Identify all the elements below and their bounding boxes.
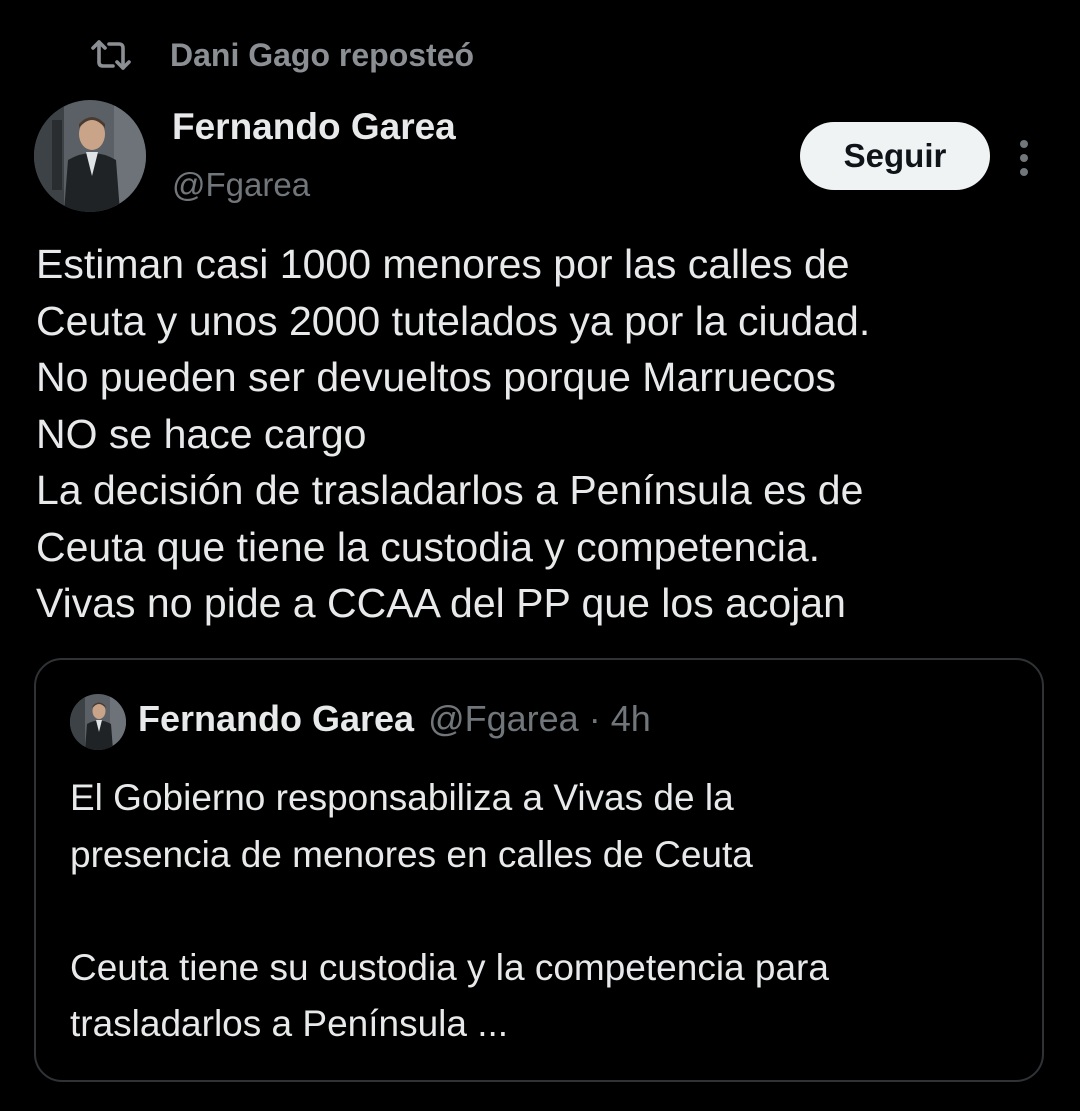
tweet-line: Vivas no pide a CCAA del PP que los acoj… bbox=[36, 580, 846, 626]
repost-icon bbox=[88, 32, 134, 78]
avatar[interactable] bbox=[34, 100, 146, 212]
repost-header: Dani Gago reposteó bbox=[88, 30, 474, 80]
quoted-line: Ceuta tiene su custodia y la competencia… bbox=[70, 946, 829, 988]
tweet-line: Ceuta que tiene la custodia y competenci… bbox=[36, 523, 821, 570]
tweet-line: No pueden ser devueltos porque Marruecos bbox=[36, 354, 836, 400]
quoted-line: presencia de menores en calles de Ceuta bbox=[70, 833, 753, 875]
tweet-text: Estiman casi 1000 menores por las calles… bbox=[36, 236, 1046, 632]
quoted-timestamp[interactable]: 4h bbox=[611, 698, 651, 740]
quoted-tweet-text: El Gobierno responsabiliza a Vivas de la… bbox=[70, 770, 1020, 1053]
quoted-tweet-card[interactable]: Fernando Garea @Fgarea · 4h El Gobierno … bbox=[34, 658, 1044, 1082]
author-name[interactable]: Fernando Garea bbox=[172, 106, 456, 148]
quoted-author-name[interactable]: Fernando Garea bbox=[138, 698, 414, 740]
quoted-line: trasladarlos a Península ... bbox=[70, 1003, 509, 1044]
tweet-line: La decisión de trasladarlos a Península … bbox=[36, 467, 864, 513]
quoted-avatar[interactable] bbox=[70, 694, 126, 750]
quoted-meta: Fernando Garea @Fgarea · 4h bbox=[138, 698, 651, 740]
tweet-line: Estiman casi 1000 menores por las calles… bbox=[36, 241, 850, 287]
more-vertical-icon bbox=[1020, 140, 1028, 176]
follow-button[interactable]: Seguir bbox=[800, 122, 990, 190]
separator-dot: · bbox=[588, 698, 601, 739]
quoted-author-handle[interactable]: @Fgarea bbox=[428, 698, 579, 740]
quoted-line: El Gobierno responsabiliza a Vivas de la bbox=[70, 777, 734, 818]
tweet-line: Ceuta y unos 2000 tutelados ya por la ci… bbox=[36, 297, 871, 344]
author-handle[interactable]: @Fgarea bbox=[172, 166, 310, 204]
repost-label[interactable]: Dani Gago reposteó bbox=[170, 37, 474, 74]
more-options-button[interactable] bbox=[1006, 128, 1042, 188]
tweet-line: NO se hace cargo bbox=[36, 410, 367, 457]
